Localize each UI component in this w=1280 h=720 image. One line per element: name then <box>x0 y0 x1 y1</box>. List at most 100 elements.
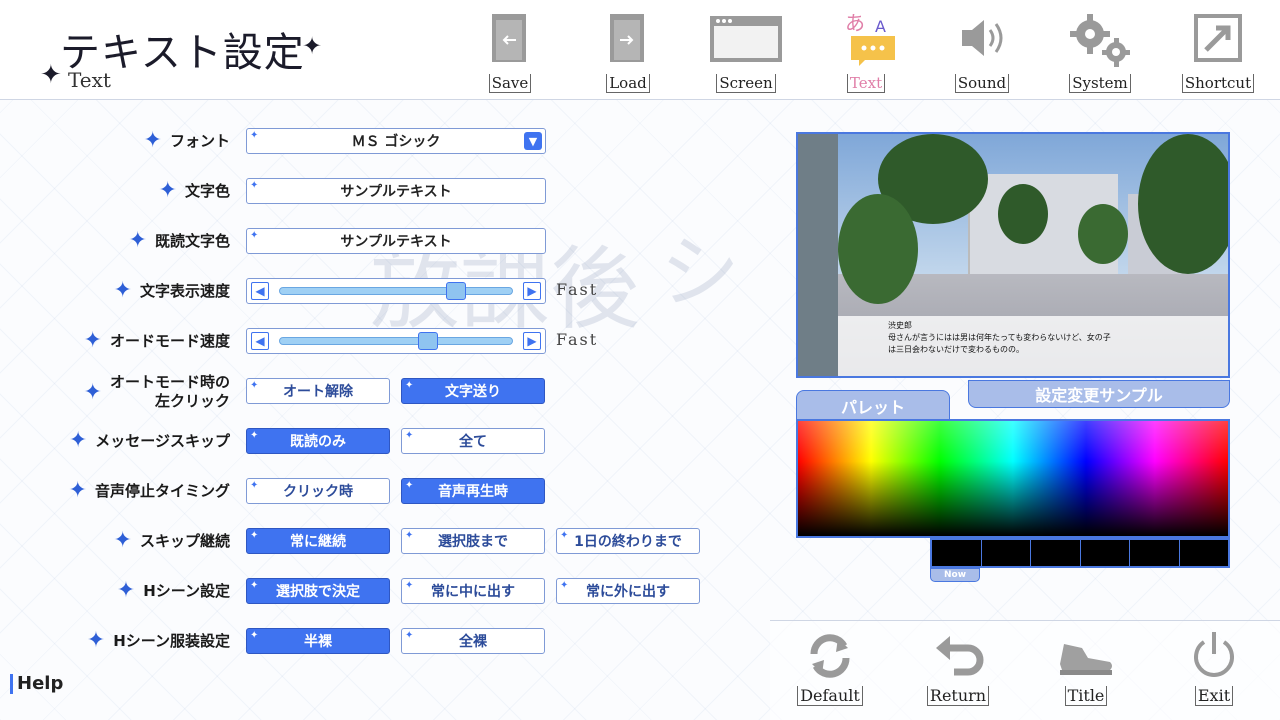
option-label: 常に外に出す <box>586 584 670 600</box>
preview-message-window: 渋史郎 母さんが言うにはは男は何年たっても変わらないけど、女の子 は三日会わない… <box>838 316 1228 376</box>
sparkle-icon: ✦ <box>405 380 414 391</box>
sparkle-icon: ✦ <box>250 230 259 241</box>
decrease-arrow-icon[interactable]: ◀ <box>251 282 269 300</box>
option-always-outside[interactable]: ✦ 常に外に出す <box>556 578 700 604</box>
option-label: 1日の終わりまで <box>574 534 682 550</box>
sparkle-icon: ✦ <box>405 580 414 591</box>
sparkle-icon: ✦ <box>250 580 259 591</box>
color-swatch[interactable] <box>1080 540 1130 566</box>
shortcut-icon <box>1194 14 1242 62</box>
decrease-arrow-icon[interactable]: ◀ <box>251 332 269 350</box>
slider-thumb[interactable] <box>445 282 466 300</box>
text-color-sample: サンプルテキスト <box>340 184 452 200</box>
color-swatch[interactable] <box>932 540 982 566</box>
option-label: 常に継続 <box>290 534 346 550</box>
sparkle-icon: ✦ <box>68 478 87 503</box>
font-dropdown[interactable]: ✦ ＭＳ ゴシック ▼ <box>246 128 546 154</box>
color-swatch[interactable] <box>1031 540 1081 566</box>
preview-tree <box>998 184 1048 244</box>
sparkle-icon: ✦ <box>113 528 132 553</box>
slider-thumb[interactable] <box>418 332 439 350</box>
gears-icon <box>1070 14 1130 67</box>
refresh-icon <box>810 634 850 678</box>
read-text-color-sample-button[interactable]: ✦ サンプルテキスト <box>246 228 546 254</box>
color-swatch[interactable] <box>1179 540 1228 566</box>
increase-arrow-icon[interactable]: ▶ <box>523 282 541 300</box>
palette-tab: パレット <box>796 390 950 420</box>
nav-save-button[interactable]: Save <box>460 12 560 96</box>
svg-text:A: A <box>875 17 886 36</box>
option-text-advance[interactable]: ✦ 文字送り <box>401 378 545 404</box>
option-on-click[interactable]: ✦ クリック時 <box>246 478 390 504</box>
nav-shortcut-button[interactable]: Shortcut <box>1168 12 1268 96</box>
nav-sound-label: Sound <box>954 74 1010 93</box>
option-fully-naked[interactable]: ✦ 全裸 <box>401 628 545 654</box>
option-label: 既読のみ <box>290 434 346 450</box>
setting-row-h-scene: ✦ Hシーン設定 ✦ 選択肢で決定 ✦ 常に中に出す ✦ 常に外に出す <box>0 574 760 608</box>
nav-text-button[interactable]: あ A Text <box>816 12 916 96</box>
sparkle-icon: ✦ <box>116 578 136 603</box>
sparkle-icon: ✦ <box>250 180 259 191</box>
nav-sound-button[interactable]: Sound <box>932 12 1032 96</box>
setting-row-auto-speed: ✦ オードモード速度 ◀ ▶ Fast <box>0 324 760 358</box>
nav-text-label: Text <box>846 74 886 93</box>
sparkle-icon: ✦ <box>113 278 132 303</box>
option-label: 文字送り <box>445 384 501 400</box>
option-label: 選択肢まで <box>438 534 508 550</box>
option-half-naked[interactable]: ✦ 半裸 <box>246 628 390 654</box>
preview-left-edge <box>798 134 838 376</box>
auto-speed-slider[interactable]: ◀ ▶ <box>246 328 546 354</box>
setting-row-h-costume: ✦ Hシーン服装設定 ✦ 半裸 ✦ 全裸 <box>0 624 760 658</box>
slider-track[interactable] <box>279 287 513 295</box>
setting-label: 文字色 <box>184 182 230 200</box>
preview-speaker-name: 渋史郎 <box>888 321 912 330</box>
return-button[interactable]: Return <box>908 628 1008 716</box>
speaker-icon <box>962 20 1003 56</box>
slider-track[interactable] <box>279 337 513 345</box>
power-icon <box>1194 632 1234 677</box>
setting-label: 文字表示速度 <box>139 282 230 300</box>
option-until-choice[interactable]: ✦ 選択肢まで <box>401 528 545 554</box>
sparkle-icon: ✦ <box>250 130 259 141</box>
option-all[interactable]: ✦ 全て <box>401 428 545 454</box>
text-speed-slider[interactable]: ◀ ▶ <box>246 278 546 304</box>
setting-label-line1: オートモード時の <box>109 373 230 391</box>
setting-label-line2: 左クリック <box>154 392 230 410</box>
title-button[interactable]: Title <box>1036 628 1136 716</box>
option-on-voice-play[interactable]: ✦ 音声再生時 <box>401 478 545 504</box>
nav-load-button[interactable]: Load <box>578 12 678 96</box>
logo-sparkle-icon: ✦ <box>302 32 323 60</box>
chevron-down-icon[interactable]: ▼ <box>524 132 542 150</box>
setting-label: オードモード速度 <box>109 332 230 350</box>
exit-button[interactable]: Exit <box>1164 628 1264 716</box>
screen-icon <box>710 16 782 62</box>
setting-row-skip-continue: ✦ スキップ継続 ✦ 常に継続 ✦ 選択肢まで ✦ 1日の終わりまで <box>0 524 760 558</box>
sparkle-icon: ✦ <box>83 328 102 353</box>
increase-arrow-icon[interactable]: ▶ <box>523 332 541 350</box>
exit-label: Exit <box>1194 686 1234 706</box>
color-swatch[interactable] <box>981 540 1031 566</box>
nav-system-button[interactable]: System <box>1050 12 1150 96</box>
option-always-inside[interactable]: ✦ 常に中に出す <box>401 578 545 604</box>
screen-logo: ✦ テキスト設定 Text ✦ <box>40 10 340 95</box>
help-button[interactable]: Help <box>10 674 63 694</box>
sparkle-icon: ✦ <box>405 480 414 491</box>
nav-screen-button[interactable]: Screen <box>696 12 796 96</box>
option-until-day-end[interactable]: ✦ 1日の終わりまで <box>556 528 700 554</box>
preview-tree <box>838 194 918 304</box>
option-read-only[interactable]: ✦ 既読のみ <box>246 428 390 454</box>
option-decide-by-choice[interactable]: ✦ 選択肢で決定 <box>246 578 390 604</box>
option-auto-cancel[interactable]: ✦ オート解除 <box>246 378 390 404</box>
option-always-continue[interactable]: ✦ 常に継続 <box>246 528 390 554</box>
color-palette[interactable] <box>796 419 1230 538</box>
setting-row-message-skip: ✦ メッセージスキップ ✦ 既読のみ ✦ 全て <box>0 424 760 458</box>
option-label: 半裸 <box>304 634 332 650</box>
svg-text:あ: あ <box>845 12 865 35</box>
setting-label: 音声停止タイミング <box>94 482 230 500</box>
color-swatch[interactable] <box>1130 540 1180 566</box>
option-label: 全て <box>459 434 487 450</box>
title-label: Title <box>1064 686 1108 706</box>
nav-load-label: Load <box>606 74 650 93</box>
text-color-sample-button[interactable]: ✦ サンプルテキスト <box>246 178 546 204</box>
default-button[interactable]: Default <box>780 628 880 716</box>
